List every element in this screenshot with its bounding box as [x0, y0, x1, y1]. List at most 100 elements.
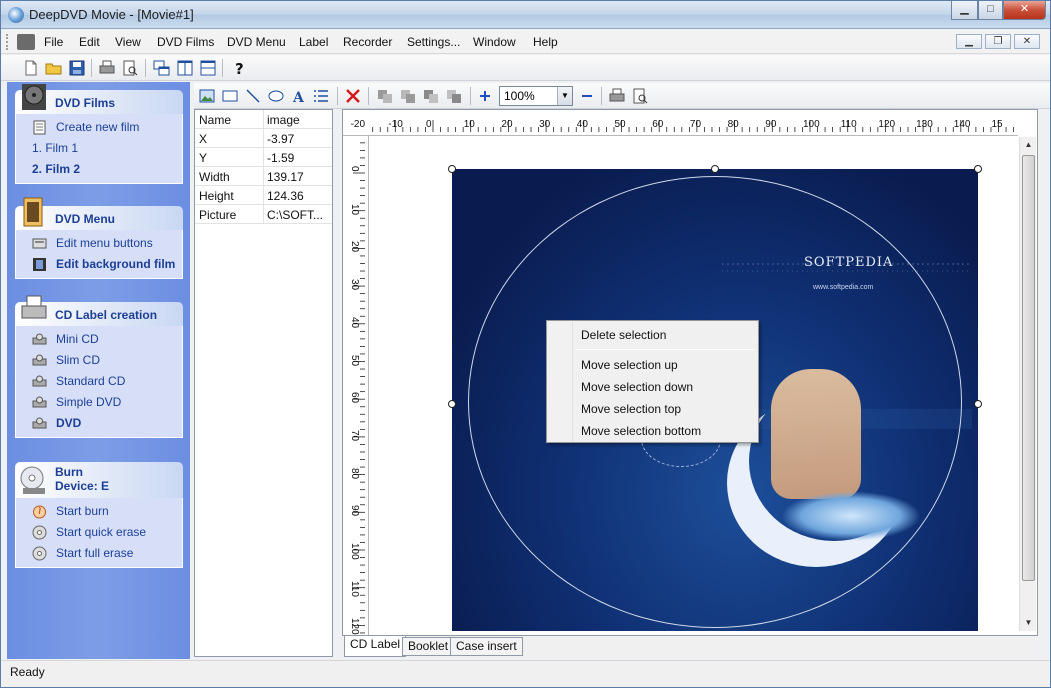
start-full-erase-link[interactable]: Start full erase [16, 543, 182, 564]
selection-handle[interactable] [974, 400, 982, 408]
print-icon[interactable] [98, 59, 116, 77]
ruler-label: 80 [349, 467, 360, 479]
tab-cd-label[interactable]: CD Label [344, 636, 407, 657]
property-row[interactable]: Y -1.59 [195, 148, 332, 167]
film-1-link[interactable]: 1. Film 1 [16, 138, 182, 159]
toolbar-separator [145, 59, 146, 77]
film-2-link[interactable]: 2. Film 2 [16, 159, 182, 180]
move-selection-bottom-item[interactable]: Move selection bottom [581, 424, 701, 438]
save-icon[interactable] [68, 59, 86, 77]
zoom-select[interactable]: 100% ▼ [499, 86, 573, 106]
create-new-film-link[interactable]: Create new film [16, 117, 182, 138]
menu-file[interactable]: File [44, 35, 63, 49]
tile-horizontal-icon[interactable] [199, 59, 217, 77]
status-text: Ready [10, 665, 45, 679]
menu-settings[interactable]: Settings... [407, 35, 460, 49]
close-button[interactable]: ✕ [1003, 1, 1046, 20]
print-label-icon[interactable] [608, 87, 626, 105]
menu-window[interactable]: Window [473, 35, 516, 49]
property-row[interactable]: Height 124.36 [195, 186, 332, 205]
menu-label[interactable]: Label [299, 35, 328, 49]
menu-edit[interactable]: Edit [79, 35, 100, 49]
print-preview-icon[interactable] [121, 59, 139, 77]
edit-menu-buttons-link[interactable]: Edit menu buttons [16, 233, 182, 254]
ellipse-icon[interactable] [267, 87, 285, 105]
new-file-icon[interactable] [22, 59, 40, 77]
send-to-back-icon[interactable] [445, 87, 463, 105]
zoom-in-icon[interactable] [476, 87, 494, 105]
tile-vertical-icon[interactable] [176, 59, 194, 77]
menu-view[interactable]: View [115, 35, 141, 49]
selection-handle[interactable] [974, 165, 982, 173]
property-row[interactable]: Width 139.17 [195, 167, 332, 186]
selection-handle[interactable] [711, 165, 719, 173]
burn-header[interactable]: Burn Device: E [15, 462, 183, 498]
menu-recorder[interactable]: Recorder [343, 35, 392, 49]
standard-cd-link[interactable]: Standard CD [16, 371, 182, 392]
move-selection-down-item[interactable]: Move selection down [581, 380, 693, 394]
ruler-label: 20 [349, 241, 360, 253]
start-burn-link[interactable]: Start burn [16, 501, 182, 522]
menu-help[interactable]: Help [533, 35, 558, 49]
property-row[interactable]: X -3.97 [195, 129, 332, 148]
start-quick-erase-link[interactable]: Start quick erase [16, 522, 182, 543]
tab-case-insert[interactable]: Case insert [450, 637, 523, 656]
rectangle-icon[interactable] [221, 87, 239, 105]
vertical-scrollbar[interactable]: ▲ ▼ [1019, 137, 1036, 631]
ruler-label: 100 [803, 119, 820, 130]
move-selection-up-item[interactable]: Move selection up [581, 358, 678, 372]
document-icon[interactable] [17, 34, 35, 50]
list-tool-icon[interactable] [312, 87, 330, 105]
bring-to-front-icon[interactable] [422, 87, 440, 105]
edit-background-film-link[interactable]: Edit background film [16, 254, 182, 275]
mdi-restore-button[interactable]: ❐ [985, 34, 1011, 49]
bring-forward-icon[interactable] [376, 87, 394, 105]
film-reel-icon [22, 84, 46, 110]
scroll-up-arrow[interactable]: ▲ [1020, 137, 1037, 153]
mdi-close-button[interactable]: ✕ [1014, 34, 1040, 49]
property-row[interactable]: Picture C:\SOFT... [195, 205, 332, 224]
maximize-button[interactable]: □ [978, 1, 1003, 20]
chevron-down-icon[interactable]: ▼ [557, 87, 572, 105]
cascade-windows-icon[interactable] [153, 59, 171, 77]
insert-image-icon[interactable] [198, 87, 216, 105]
tab-booklet[interactable]: Booklet [402, 637, 455, 656]
dvd-menu-header[interactable]: DVD Menu [15, 197, 183, 230]
property-name: Y [199, 151, 208, 165]
context-menu-separator [575, 349, 755, 350]
selection-handle[interactable] [448, 400, 456, 408]
ruler-label: 100 [349, 543, 360, 560]
property-name: X [199, 132, 208, 146]
dvd-films-header[interactable]: DVD Films [15, 84, 183, 114]
simple-dvd-link[interactable]: Simple DVD [16, 392, 182, 413]
zoom-out-icon[interactable] [578, 87, 596, 105]
open-folder-icon[interactable] [45, 59, 63, 77]
slim-cd-link[interactable]: Slim CD [16, 350, 182, 371]
main-toolbar: ? [1, 55, 1050, 81]
scroll-down-arrow[interactable]: ▼ [1020, 615, 1037, 631]
mdi-minimize-button[interactable]: ▁ [956, 34, 982, 49]
minimize-button[interactable]: ▁ [951, 1, 978, 20]
mini-cd-link[interactable]: Mini CD [16, 329, 182, 350]
text-tool-icon[interactable]: A [290, 87, 308, 105]
property-row[interactable]: Name image [195, 110, 332, 129]
send-backward-icon[interactable] [399, 87, 417, 105]
line-icon[interactable] [244, 87, 262, 105]
print-preview-label-icon[interactable] [631, 87, 649, 105]
grip-handle[interactable] [6, 34, 9, 50]
delete-selection-item[interactable]: Delete selection [581, 328, 666, 342]
ruler-label: 50 [614, 119, 626, 130]
edit-background-film-label: Edit background film [56, 257, 176, 271]
help-icon[interactable]: ? [230, 59, 248, 77]
ruler-label: 60 [652, 119, 664, 130]
cd-printer-icon [32, 354, 47, 366]
dvd-link[interactable]: DVD [16, 413, 182, 434]
menu-dvd-menu[interactable]: DVD Menu [227, 35, 286, 49]
cd-label-header[interactable]: CD Label creation [15, 295, 183, 326]
scroll-thumb[interactable] [1022, 155, 1035, 581]
menu-dvd-films[interactable]: DVD Films [157, 35, 214, 49]
property-name: Width [199, 170, 230, 184]
move-selection-top-item[interactable]: Move selection top [581, 402, 681, 416]
selection-handle[interactable] [448, 165, 456, 173]
delete-icon[interactable] [344, 87, 362, 105]
